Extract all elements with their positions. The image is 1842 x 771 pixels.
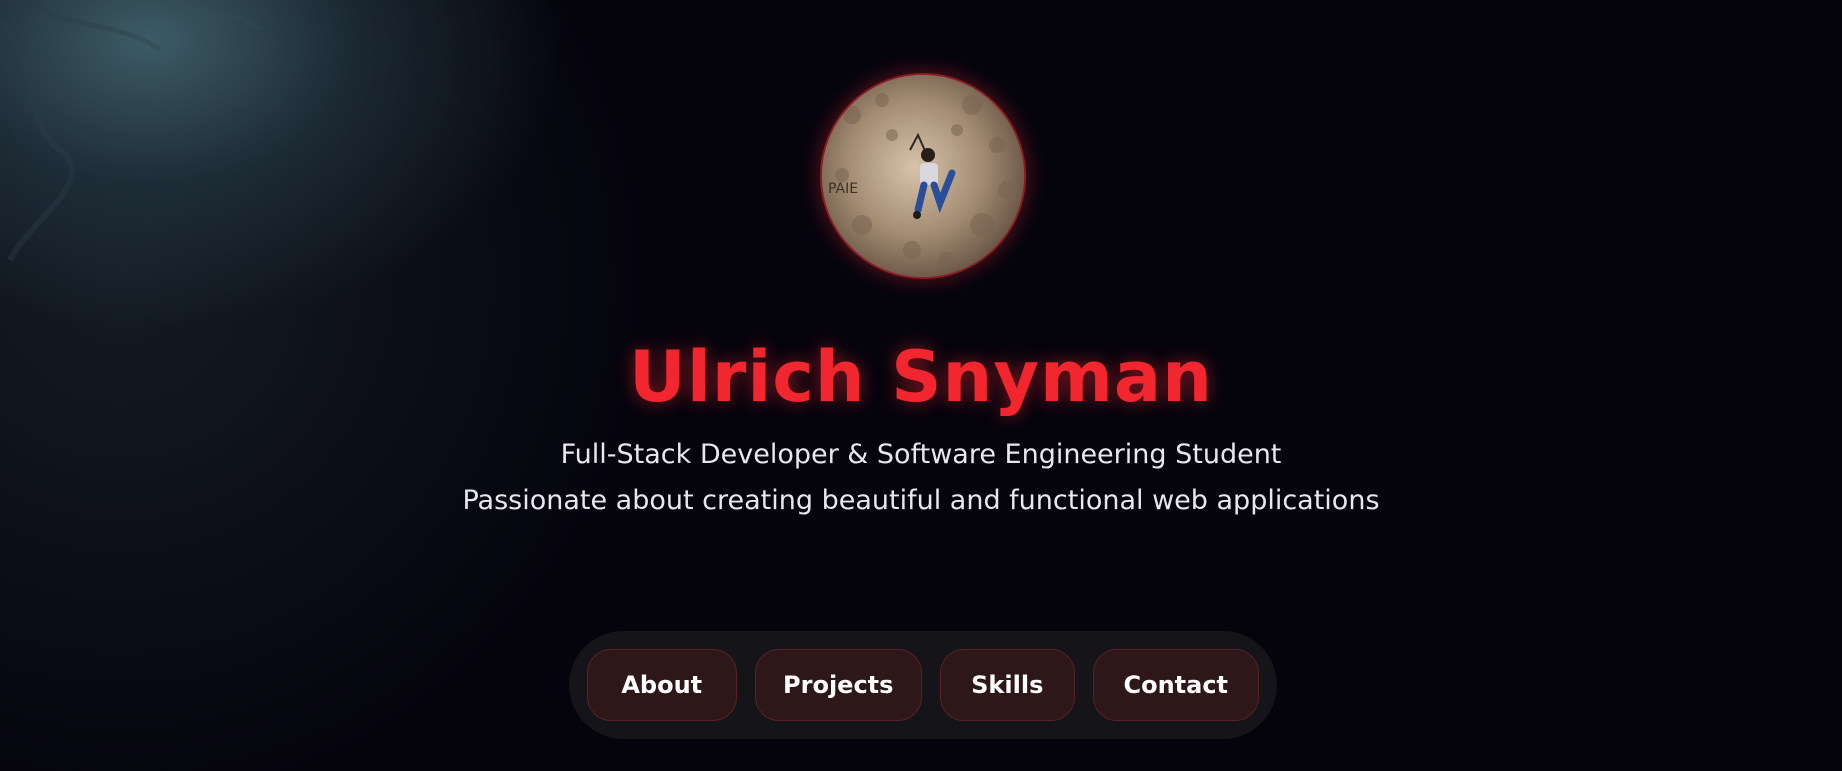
nav-about-button[interactable]: About xyxy=(587,649,737,721)
hero-tagline-role: Full-Stack Developer & Software Engineer… xyxy=(560,439,1282,470)
nav-skills-button[interactable]: Skills xyxy=(939,649,1075,721)
profile-photo-icon: PAIE xyxy=(822,75,1024,277)
hero-page: PAIE Ulrich Snyman Full-Stack Developer … xyxy=(0,0,1842,771)
nav-projects-button[interactable]: Projects xyxy=(754,649,922,721)
main-nav: About Projects Skills Contact xyxy=(569,631,1277,739)
svg-text:PAIE: PAIE xyxy=(828,181,858,197)
profile-avatar: PAIE xyxy=(820,73,1026,279)
hero-tagline-passion: Passionate about creating beautiful and … xyxy=(462,485,1380,516)
nav-contact-button[interactable]: Contact xyxy=(1092,649,1259,721)
hero-name: Ulrich Snyman xyxy=(629,336,1213,418)
